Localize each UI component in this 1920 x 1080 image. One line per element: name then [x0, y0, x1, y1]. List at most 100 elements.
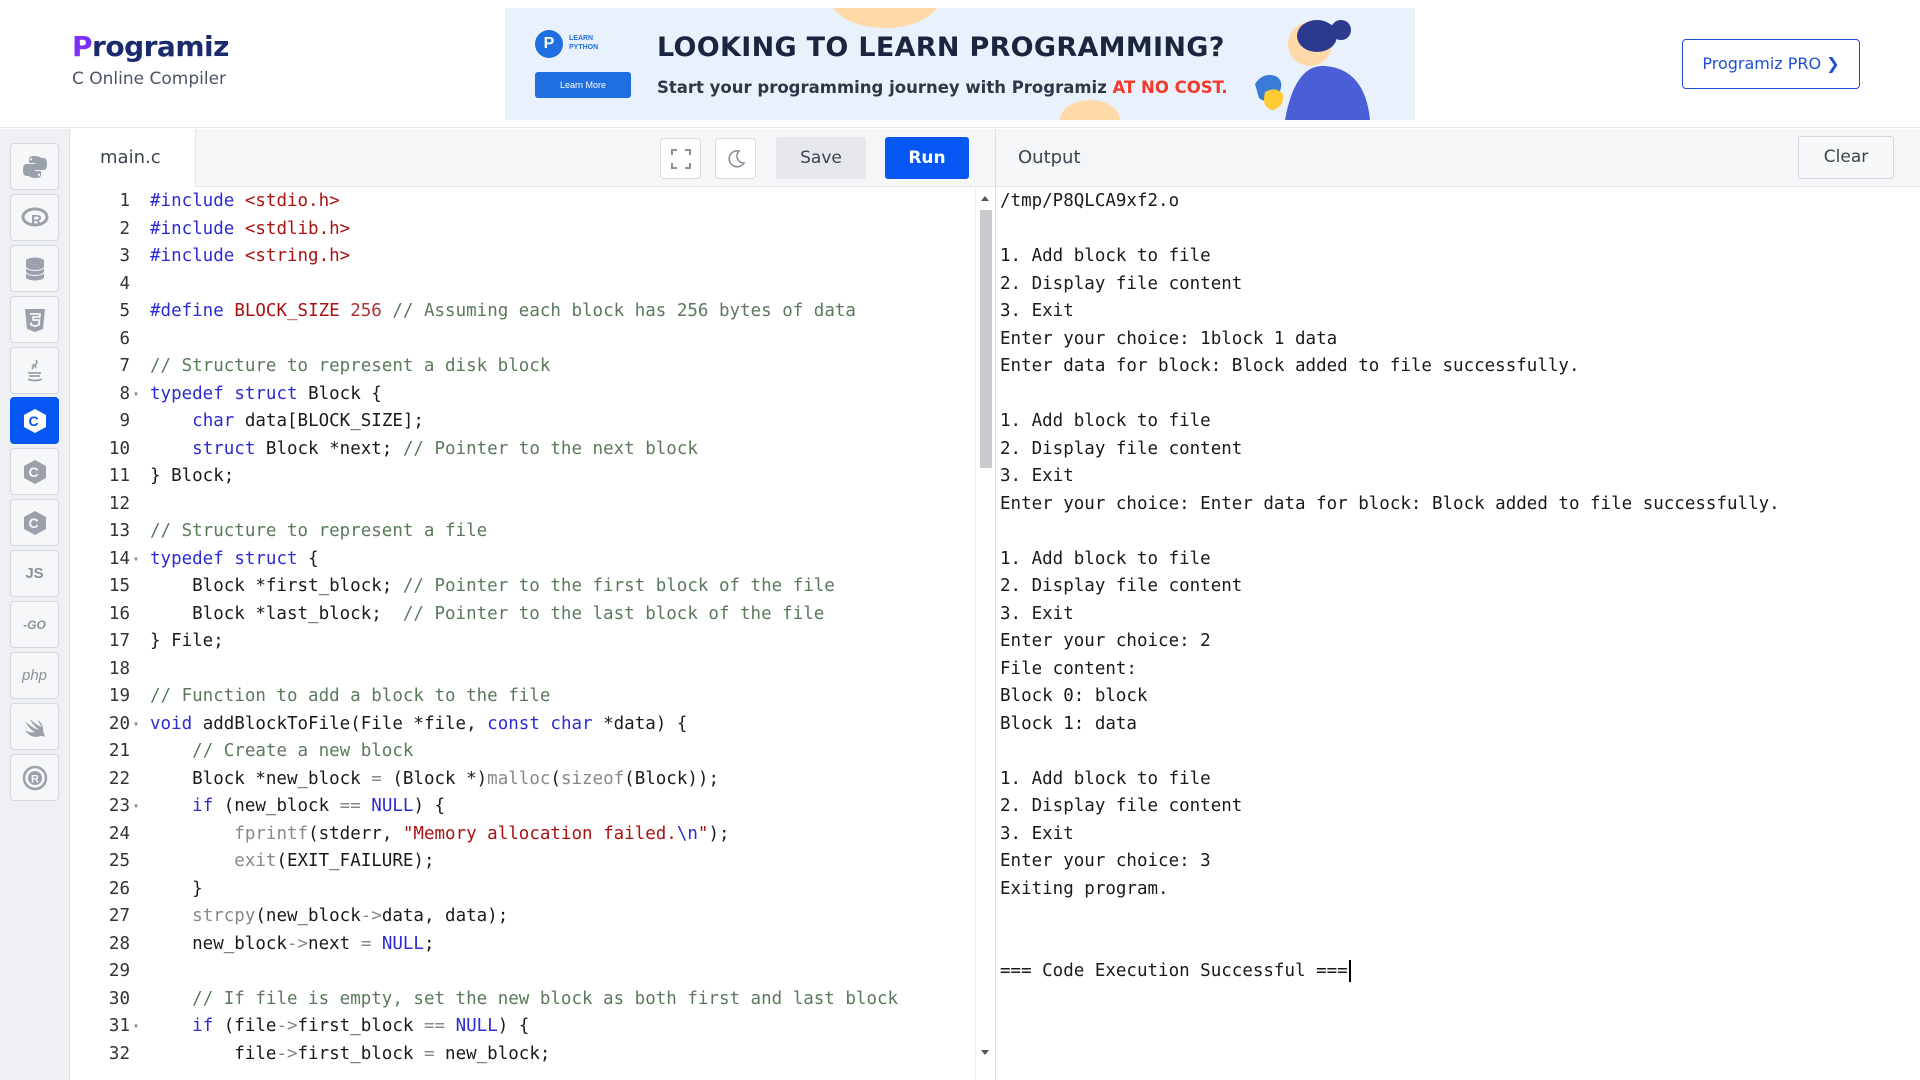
code-line[interactable]: 12	[70, 491, 975, 519]
code-line[interactable]: 17 } File;	[70, 628, 975, 656]
code-line[interactable]: 6	[70, 326, 975, 354]
code-editor[interactable]: 1 #include <stdio.h> 2 #include <stdlib.h> 3…	[70, 188, 975, 1080]
code-text: typedef struct {	[150, 548, 319, 569]
output-console[interactable]: /tmp/P8QLCA9xf2.o 1. Add block to file 2. …	[996, 188, 1920, 1080]
code-text: // Structure to represent a disk block	[150, 356, 551, 376]
fold-arrow-icon[interactable]: ▾	[133, 546, 139, 574]
code-text: #include <string.h>	[150, 246, 351, 266]
code-text: Block *last_block; // Pointer to the las…	[150, 603, 825, 624]
code-line[interactable]: 15 Block *first_block; // Pointer to the…	[70, 573, 975, 601]
line-number: 31	[108, 1016, 130, 1036]
code-line[interactable]: 3 #include <string.h>	[70, 243, 975, 271]
code-text: if (file->first_block == NULL) {	[192, 1016, 530, 1036]
csharp-icon[interactable]: C	[10, 499, 59, 546]
code-line[interactable]: 22 Block *new_block = (Block *)malloc(si…	[70, 766, 975, 794]
code-line[interactable]: 7 // Structure to represent a disk block	[70, 353, 975, 381]
cpp-icon[interactable]: C	[10, 448, 59, 495]
ad-badge-text: LEARN PYTHON	[569, 35, 599, 51]
code-line[interactable]: 8 ▾ typedef struct Block {	[70, 381, 975, 409]
html5-icon[interactable]	[10, 296, 59, 343]
code-line[interactable]: 27 strcpy(new_block->data, data);	[70, 903, 975, 931]
scroll-down-icon[interactable]	[981, 1050, 989, 1055]
php-icon[interactable]: php	[10, 652, 59, 699]
java-icon[interactable]	[10, 347, 59, 394]
code-line[interactable]: 20 ▾ void addBlockToFile(File *file, const…	[70, 711, 975, 739]
code-line[interactable]: 28 new_block->next = NULL;	[70, 931, 975, 959]
line-number: 20	[108, 713, 130, 734]
code-line[interactable]: 18	[70, 656, 975, 684]
code-line[interactable]: 16 Block *last_block; // Pointer to the …	[70, 601, 975, 629]
output-line: 2. Display file content	[1000, 438, 1243, 459]
output-line: 2. Display file content	[1000, 796, 1243, 816]
code-line[interactable]: 26 }	[70, 876, 975, 904]
line-number: 26	[108, 878, 130, 899]
line-number: 2	[119, 218, 130, 239]
text-cursor	[1348, 960, 1351, 982]
output-line: Enter data for block: Block added to fil…	[1000, 356, 1580, 376]
line-number: 8	[119, 383, 130, 404]
code-line[interactable]: 2 #include <stdlib.h>	[70, 216, 975, 244]
fold-arrow-icon[interactable]: ▾	[133, 711, 139, 739]
code-line[interactable]: 21 // Create a new block	[70, 738, 975, 766]
line-number: 16	[108, 603, 130, 624]
code-line[interactable]: 10 struct Block *next; // Pointer to the…	[70, 436, 975, 464]
code-line[interactable]: 23 ▾ if (new_block == NULL) {	[70, 793, 975, 821]
code-line[interactable]: 29	[70, 958, 975, 986]
save-button[interactable]: Save	[776, 137, 866, 179]
code-line[interactable]: 25 exit(EXIT_FAILURE);	[70, 848, 975, 876]
code-line[interactable]: 30 // If file is empty, set the new bloc…	[70, 986, 975, 1014]
dark-mode-toggle[interactable]	[715, 138, 756, 179]
python-icon[interactable]	[10, 143, 59, 190]
code-line[interactable]: 19 // Function to add a block to the file	[70, 683, 975, 711]
sql-database-icon[interactable]	[10, 245, 59, 292]
code-line[interactable]: 13 // Structure to represent a file	[70, 518, 975, 546]
output-line: === Code Execution Successful ===	[1000, 958, 1351, 986]
programiz-pro-button[interactable]: Programiz PRO ❯	[1682, 39, 1860, 89]
ad-banner[interactable]: P LEARN PYTHON Learn More LOOKING TO LEA…	[505, 8, 1415, 120]
clear-button[interactable]: Clear	[1798, 136, 1894, 179]
ad-tagline: Start your programming journey with Prog…	[657, 78, 1228, 97]
swift-icon[interactable]	[10, 703, 59, 750]
code-line[interactable]: 1 #include <stdio.h>	[70, 188, 975, 216]
line-number: 21	[108, 741, 130, 761]
file-tab-main-c[interactable]: main.c	[70, 129, 196, 187]
expand-icon	[670, 148, 691, 169]
code-text: #include <stdlib.h>	[150, 218, 351, 239]
programiz-logo[interactable]: Programiz C Online Compiler	[72, 30, 229, 89]
fold-arrow-icon[interactable]: ▾	[133, 381, 139, 409]
scrollbar-thumb[interactable]	[980, 210, 992, 468]
output-toolbar: Output Clear	[996, 129, 1920, 187]
fullscreen-button[interactable]	[660, 138, 701, 179]
code-text: char data[BLOCK_SIZE];	[192, 411, 424, 431]
ad-illustration-icon	[1255, 20, 1370, 120]
javascript-icon[interactable]: JS	[10, 550, 59, 597]
code-text: } Block;	[150, 466, 235, 486]
fold-arrow-icon[interactable]: ▾	[133, 1013, 139, 1041]
rust-icon[interactable]: R	[10, 754, 59, 801]
output-line: Enter your choice: 2	[1000, 631, 1211, 651]
code-line[interactable]: 31 ▾ if (file->first_block == NULL) {	[70, 1013, 975, 1041]
svg-text:C: C	[28, 413, 38, 429]
ad-learn-more-button[interactable]: Learn More	[535, 72, 631, 98]
fold-arrow-icon[interactable]: ▾	[133, 793, 139, 821]
code-line[interactable]: 11} Block;	[70, 463, 975, 491]
line-number: 14	[108, 548, 130, 569]
run-button[interactable]: Run	[885, 137, 969, 179]
line-number: 17	[108, 631, 130, 651]
line-number: 32	[108, 1043, 130, 1064]
code-line[interactable]: 5 #define BLOCK_SIZE 256 // Assuming each…	[70, 298, 975, 326]
code-text: } File;	[150, 631, 224, 651]
r-lang-icon[interactable]: R	[10, 194, 59, 241]
c-lang-icon[interactable]: C	[10, 397, 59, 444]
line-number: 7	[119, 356, 130, 376]
scroll-up-icon[interactable]	[981, 196, 989, 201]
code-line[interactable]: 24 fprintf(stderr, "Memory allocation fa…	[70, 821, 975, 849]
code-line[interactable]: 32 file->first_block = new_block;	[70, 1041, 975, 1069]
code-line[interactable]: 9 char data[BLOCK_SIZE];	[70, 408, 975, 436]
editor-scrollbar[interactable]	[975, 188, 995, 1080]
compiler-subtitle: C Online Compiler	[72, 69, 227, 89]
go-icon[interactable]: -GO	[10, 601, 59, 648]
code-line[interactable]: 14 ▾ typedef struct {	[70, 546, 975, 574]
code-text: typedef struct Block {	[150, 383, 382, 404]
code-line[interactable]: 4	[70, 271, 975, 299]
